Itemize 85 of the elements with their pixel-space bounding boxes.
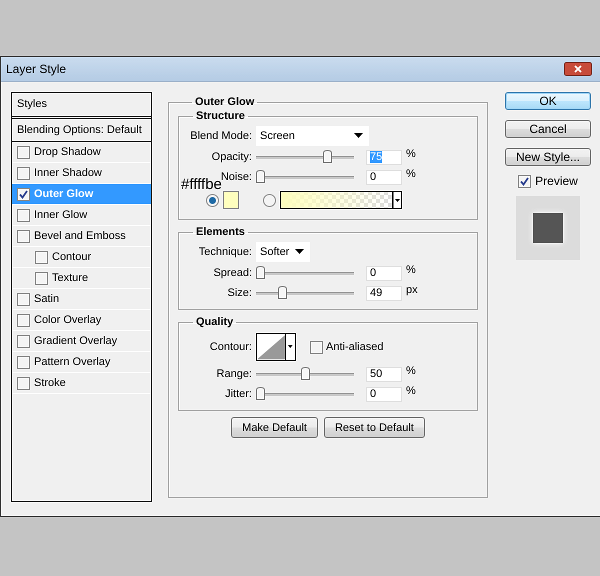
number-field[interactable]: 0	[366, 386, 402, 402]
slider-thumb[interactable]	[300, 367, 310, 380]
caret-icon	[354, 133, 363, 138]
style-item[interactable]: Bevel and Emboss	[34, 230, 126, 242]
slider[interactable]	[256, 266, 354, 280]
unit-label: %	[406, 365, 416, 377]
style-item[interactable]: Inner Shadow	[34, 167, 102, 179]
style-item[interactable]: Pattern Overlay	[34, 356, 110, 368]
style-item[interactable]: Stroke	[34, 377, 66, 389]
contour-picker[interactable]	[256, 333, 296, 361]
number-field[interactable]: 50	[366, 366, 402, 382]
list-item[interactable]: Blending Options: Default	[12, 119, 151, 142]
field-label: Spread:	[213, 267, 252, 279]
checkbox[interactable]	[17, 356, 30, 368]
dialog-button[interactable]: OK	[505, 92, 591, 110]
style-item[interactable]: Gradient Overlay	[34, 335, 118, 347]
checkbox[interactable]	[17, 208, 30, 222]
number-field[interactable]: 49	[366, 286, 402, 300]
slider[interactable]	[256, 367, 354, 381]
radio-button[interactable]	[206, 194, 219, 206]
radio-button[interactable]	[263, 194, 276, 206]
section-title: Elements	[195, 226, 246, 238]
field-label: Contour:	[210, 341, 252, 353]
group-title: Outer Glow	[194, 96, 256, 108]
checkbox[interactable]	[35, 250, 48, 264]
style-item[interactable]: Satin	[34, 293, 60, 305]
slider-thumb[interactable]	[256, 266, 265, 279]
slider-thumb[interactable]	[278, 286, 288, 299]
style-item[interactable]: Contour	[52, 251, 92, 263]
unit-label: %	[406, 385, 416, 397]
preview-thumbnail	[516, 196, 580, 260]
checkbox[interactable]	[17, 146, 30, 158]
window-title: Layer Style	[6, 62, 66, 76]
slider-thumb[interactable]	[256, 170, 265, 183]
gradient-picker[interactable]	[280, 191, 402, 209]
field-label: Blend Mode:	[190, 130, 252, 142]
style-item[interactable]: Texture	[52, 272, 88, 284]
field-label: Technique:	[198, 246, 252, 258]
checkbox[interactable]	[17, 292, 30, 306]
unit-label: %	[406, 148, 416, 160]
slider-thumb[interactable]	[322, 150, 332, 163]
dialog-button[interactable]: New Style...	[505, 148, 591, 166]
checkbox[interactable]	[35, 272, 48, 284]
number-field[interactable]: 0	[366, 266, 402, 280]
unit-label: px	[406, 284, 418, 296]
checkbox[interactable]	[310, 340, 323, 354]
checkbox[interactable]	[518, 174, 532, 188]
field-label: Range:	[216, 368, 252, 380]
section-title: Structure	[195, 110, 246, 122]
list-header: Styles	[12, 93, 151, 119]
dialog-button[interactable]: Cancel	[505, 120, 591, 138]
color-annotation: #ffffbe	[181, 176, 222, 193]
caret-icon	[295, 249, 304, 254]
checkbox[interactable]	[17, 314, 30, 326]
checkbox-label[interactable]: Anti-aliased	[326, 341, 384, 353]
dropdown[interactable]: Softer	[256, 242, 310, 262]
number-field[interactable]: 0	[366, 170, 402, 184]
caret-icon	[393, 191, 402, 209]
action-button[interactable]: Reset to Default	[324, 417, 425, 438]
color-swatch[interactable]	[223, 191, 239, 209]
checkbox[interactable]	[17, 188, 30, 200]
checkbox[interactable]	[17, 230, 30, 242]
slider[interactable]	[256, 170, 354, 184]
caret-icon	[285, 334, 295, 360]
field-label: Jitter:	[225, 388, 252, 400]
action-button[interactable]: Make Default	[231, 417, 318, 438]
checkbox[interactable]	[17, 166, 30, 180]
style-item[interactable]: Color Overlay	[34, 314, 102, 326]
section-title: Quality	[195, 316, 234, 328]
unit-label: %	[406, 168, 416, 180]
style-item[interactable]: Drop Shadow	[34, 146, 101, 158]
slider[interactable]	[256, 387, 354, 401]
close-icon[interactable]	[564, 62, 592, 76]
checkbox[interactable]	[17, 334, 30, 348]
unit-label: %	[406, 264, 416, 276]
field-label: Size:	[228, 287, 252, 299]
dropdown[interactable]: Screen	[256, 126, 369, 146]
field-label: Noise:	[220, 171, 252, 183]
field-label: Opacity:	[212, 151, 252, 163]
style-item[interactable]: Inner Glow	[34, 209, 88, 221]
slider[interactable]	[256, 150, 354, 164]
slider[interactable]	[256, 286, 354, 300]
slider-thumb[interactable]	[256, 387, 265, 400]
checkbox[interactable]	[17, 376, 30, 390]
checkbox-label[interactable]: Preview	[535, 174, 578, 188]
